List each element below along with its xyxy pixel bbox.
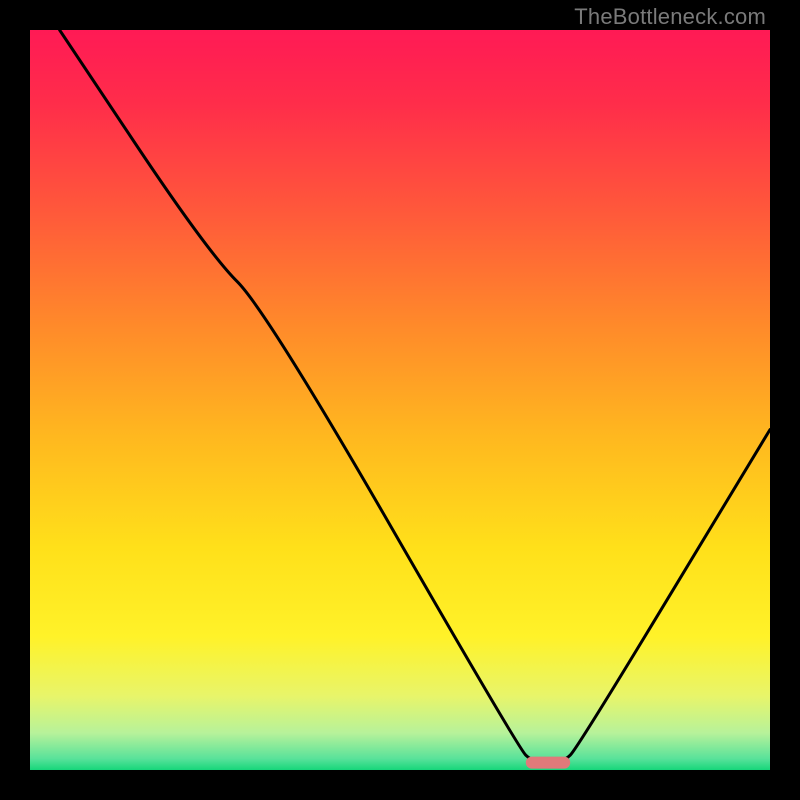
chart-marker xyxy=(526,757,570,769)
chart-plot-area xyxy=(30,30,770,770)
chart-background-gradient xyxy=(30,30,770,770)
chart-svg xyxy=(30,30,770,770)
watermark-text: TheBottleneck.com xyxy=(574,4,766,30)
